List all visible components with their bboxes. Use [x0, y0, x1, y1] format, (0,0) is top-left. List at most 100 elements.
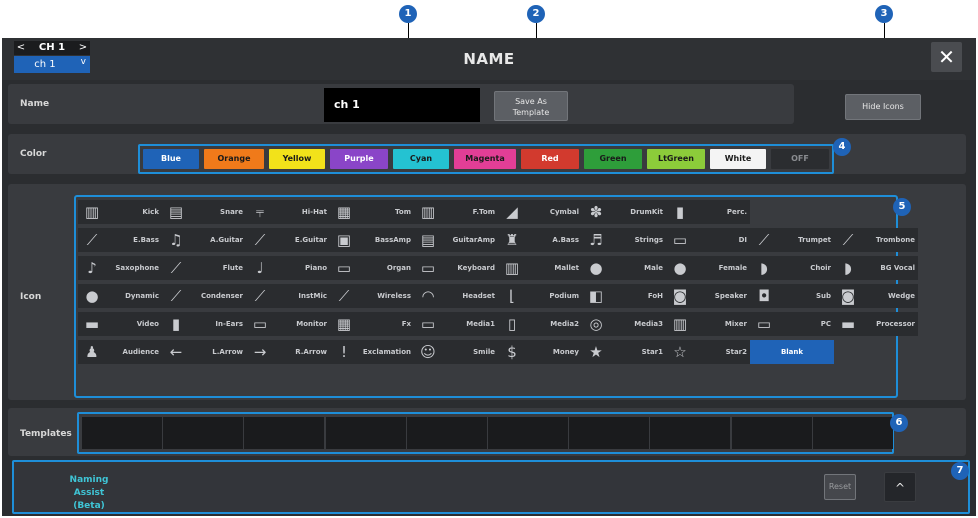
icon-cell-wireless[interactable]: ⟋ Wireless [330, 284, 414, 308]
icon-cell-wedge[interactable]: ◙ Wedge [834, 284, 918, 308]
color-swatch-cyan[interactable]: Cyan [393, 149, 449, 169]
icon-cell-mallet[interactable]: ▥ Mallet [498, 256, 582, 280]
color-swatch-blue[interactable]: Blue [143, 149, 199, 169]
icon-cell-drumkit[interactable]: ✽ DrumKit [582, 200, 666, 224]
naming-assist-label: Naming Assist (Beta) [54, 474, 124, 513]
icon-cell-label: F.Tom [472, 208, 495, 216]
icon-cell-label: Headset [462, 292, 495, 300]
icon-cell-organ[interactable]: ▭ Organ [330, 256, 414, 280]
icon-cell-dynamic[interactable]: ● Dynamic [78, 284, 162, 308]
template-slot-3[interactable] [244, 417, 325, 449]
icon-cell-a-guitar[interactable]: ♫ A.Guitar [162, 228, 246, 252]
icon-cell-label: Blank [780, 348, 804, 356]
icon-cell-headset[interactable]: ◠ Headset [414, 284, 498, 308]
icon-cell-label: Organ [386, 264, 411, 272]
icon-cell-mixer[interactable]: ▥ Mixer [666, 312, 750, 336]
icon-cell-label: Mallet [554, 264, 579, 272]
tom-drum-icon: ▦ [336, 203, 352, 221]
star-outline-icon: ☆ [673, 343, 687, 361]
icon-cell-trombone[interactable]: ⟋ Trombone [834, 228, 918, 252]
icon-cell-kick[interactable]: ▥ Kick [78, 200, 162, 224]
icon-cell-cymbal[interactable]: ◢ Cymbal [498, 200, 582, 224]
icon-cell-l-arrow[interactable]: ← L.Arrow [162, 340, 246, 364]
icon-cell-label: A.Bass [552, 236, 579, 244]
template-slot-5[interactable] [406, 417, 487, 449]
icon-cell-instmic[interactable]: ⟋ InstMic [246, 284, 330, 308]
icon-cell-trumpet[interactable]: ⟋ Trumpet [750, 228, 834, 252]
template-slot-10[interactable] [812, 417, 893, 449]
icon-cell-monitor[interactable]: ▭ Monitor [246, 312, 330, 336]
snare-drum-icon: ▤ [168, 203, 184, 221]
icon-cell-e-guitar[interactable]: ⟋ E.Guitar [246, 228, 330, 252]
icon-cell-fx[interactable]: ▦ Fx [330, 312, 414, 336]
icon-cell-speaker[interactable]: ◙ Speaker [666, 284, 750, 308]
icon-cell-female[interactable]: ● Female [666, 256, 750, 280]
icon-cell-bg-vocal[interactable]: ◗ BG Vocal [834, 256, 918, 280]
icon-cell-perc[interactable]: ▮ Perc. [666, 200, 750, 224]
color-swatch-off[interactable]: OFF [771, 149, 829, 169]
hide-icons-button[interactable]: Hide Icons [845, 94, 921, 120]
expand-button[interactable]: ^ [884, 472, 916, 502]
name-input[interactable]: ch 1 [324, 88, 480, 122]
color-swatch-ltgreen[interactable]: LtGreen [647, 149, 705, 169]
acoustic-guitar-icon: ♫ [169, 231, 183, 249]
icon-cell-exclamation[interactable]: ! Exclamation [330, 340, 414, 364]
color-swatch-orange[interactable]: Orange [204, 149, 264, 169]
icon-cell-in-ears[interactable]: ▮ In-Ears [162, 312, 246, 336]
icon-cell-media1[interactable]: ▭ Media1 [414, 312, 498, 336]
icon-cell-keyboard[interactable]: ▭ Keyboard [414, 256, 498, 280]
template-slot-4[interactable] [325, 417, 406, 449]
color-swatch-red[interactable]: Red [521, 149, 579, 169]
icon-cell-di[interactable]: ▭ DI [666, 228, 750, 252]
template-slot-6[interactable] [488, 417, 568, 449]
icon-cell-blank[interactable]: Blank [750, 340, 834, 364]
reset-button[interactable]: Reset [824, 474, 856, 500]
icon-cell-saxophone[interactable]: ♪ Saxophone [78, 256, 162, 280]
icon-cell-hi-hat[interactable]: ⫧ Hi-Hat [246, 200, 330, 224]
save-as-template-button[interactable]: Save As Template [494, 91, 568, 121]
icon-cell-tom[interactable]: ▦ Tom [330, 200, 414, 224]
icon-cell-piano[interactable]: ♩ Piano [246, 256, 330, 280]
icon-cell-bassamp[interactable]: ▣ BassAmp [330, 228, 414, 252]
template-slot-2[interactable] [163, 417, 244, 449]
icon-cell-snare[interactable]: ▤ Snare [162, 200, 246, 224]
template-slot-9[interactable] [731, 417, 812, 449]
template-slot-8[interactable] [650, 417, 731, 449]
icon-cell-foh[interactable]: ◧ FoH [582, 284, 666, 308]
color-swatch-row: Blue Orange Yellow Purple Cyan Magenta Red Gree… [138, 144, 834, 174]
template-slot-7[interactable] [569, 417, 650, 449]
icon-cell-money[interactable]: $ Money [498, 340, 582, 364]
icon-cell-star1[interactable]: ★ Star1 [582, 340, 666, 364]
icon-cell-podium[interactable]: ⌊ Podium [498, 284, 582, 308]
icon-cell-audience[interactable]: ♟ Audience [78, 340, 162, 364]
icon-cell-media3[interactable]: ◎ Media3 [582, 312, 666, 336]
icon-cell-f-tom[interactable]: ▥ F.Tom [414, 200, 498, 224]
template-slot-1[interactable] [82, 417, 162, 449]
icon-cell-star2[interactable]: ☆ Star2 [666, 340, 750, 364]
color-swatch-magenta[interactable]: Magenta [454, 149, 516, 169]
icon-cell-male[interactable]: ● Male [582, 256, 666, 280]
icon-cell-label: Smile [473, 348, 495, 356]
icon-cell-label: Wedge [888, 292, 915, 300]
icon-cell-condenser[interactable]: ⟋ Condenser [162, 284, 246, 308]
icon-cell-e-bass[interactable]: ⟋ E.Bass [78, 228, 162, 252]
icon-cell-sub[interactable]: ◘ Sub [750, 284, 834, 308]
smile-icon: ☺ [420, 343, 436, 361]
icon-cell-flute[interactable]: ⟋ Flute [162, 256, 246, 280]
color-swatch-yellow[interactable]: Yellow [269, 149, 325, 169]
color-swatch-green[interactable]: Green [584, 149, 642, 169]
color-swatch-purple[interactable]: Purple [330, 149, 388, 169]
color-swatch-white[interactable]: White [710, 149, 766, 169]
icon-cell-strings[interactable]: ♬ Strings [582, 228, 666, 252]
icon-cell-a-bass[interactable]: ♜ A.Bass [498, 228, 582, 252]
icon-cell-guitaramp[interactable]: ▤ GuitarAmp [414, 228, 498, 252]
icon-cell-processor[interactable]: ▬ Processor [834, 312, 918, 336]
icon-cell-media2[interactable]: ▯ Media2 [498, 312, 582, 336]
icon-cell-choir[interactable]: ◗ Choir [750, 256, 834, 280]
close-button[interactable]: ✕ [931, 42, 962, 72]
icon-cell-pc[interactable]: ▭ PC [750, 312, 834, 336]
icon-cell-r-arrow[interactable]: → R.Arrow [246, 340, 330, 364]
mixer-icon: ▥ [672, 315, 688, 333]
icon-cell-smile[interactable]: ☺ Smile [414, 340, 498, 364]
icon-cell-video[interactable]: ▬ Video [78, 312, 162, 336]
